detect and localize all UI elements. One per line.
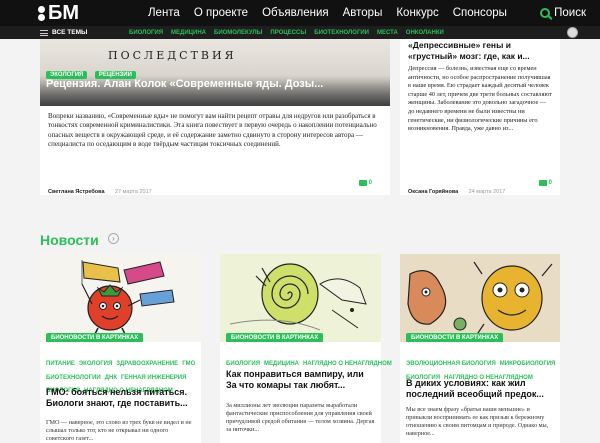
news-tag[interactable]: ГЕННАЯ ИНЖЕНЕРИЯ bbox=[121, 375, 186, 381]
nav-item-contest[interactable]: Конкурс bbox=[396, 7, 438, 19]
comment-icon bbox=[358, 180, 367, 186]
news-tags: БИОЛОГИЯ МЕДИЦИНА НАГЛЯДНО О НЕНАГЛЯДНОМ bbox=[226, 356, 392, 370]
news-tag[interactable]: МИКРОБИОЛОГИЯ bbox=[500, 361, 556, 367]
featured-article-card[interactable]: ПОСЛЕДСТВИЯ ЭКОЛОГИЯ РЕЦЕНЗИИ Рецензия. … bbox=[40, 39, 390, 195]
news-tag[interactable]: ГМО bbox=[182, 361, 195, 367]
news-tag[interactable]: ПИТАНИЕ bbox=[46, 361, 75, 367]
theme-biotech[interactable]: БИОТЕХНОЛОГИИ bbox=[314, 30, 369, 36]
theme-places[interactable]: МЕСТА bbox=[377, 30, 398, 36]
news-category-pill[interactable]: БИОНОВОСТИ В КАРТИНКАХ bbox=[46, 333, 144, 342]
nav-item-announcements[interactable]: Объявления bbox=[262, 7, 329, 19]
news-category-pill[interactable]: БИОНОВОСТИ В КАРТИНКАХ bbox=[226, 333, 324, 342]
chevron-right-icon[interactable]: › bbox=[108, 233, 119, 244]
featured-title[interactable]: Рецензия. Алан Колок «Современные яды. Д… bbox=[46, 78, 323, 90]
theme-biology[interactable]: БИОЛОГИЯ bbox=[129, 30, 163, 36]
comments-count[interactable]: 0 bbox=[358, 180, 372, 186]
comments-number: 0 bbox=[368, 180, 372, 186]
logo-dots-icon bbox=[38, 6, 46, 21]
search-button[interactable]: Поиск bbox=[540, 0, 586, 26]
news-title[interactable]: В диких условиях: как жил последний всео… bbox=[406, 378, 556, 400]
news-excerpt: Мы все знаем фразу «братья наши меньшие»… bbox=[406, 406, 549, 437]
news-card[interactable]: БИОНОВОСТИ В КАРТИНКАХ БИОЛОГИЯ МЕДИЦИНА Н… bbox=[220, 254, 392, 443]
top-navbar: БМ Лента О проекте Объявления Авторы Кон… bbox=[0, 0, 600, 26]
side-article-card[interactable]: «Депрессивные» гены и «грустный» мозг: г… bbox=[400, 39, 560, 195]
theme-oncolanki[interactable]: ОНКОЛАНКИ bbox=[406, 30, 444, 36]
nav-item-feed[interactable]: Лента bbox=[148, 7, 180, 19]
news-category-pill[interactable]: БИОНОВОСТИ В КАРТИНКАХ bbox=[406, 333, 504, 342]
themes-bar: ВСЕ ТЕМЫ БИОЛОГИЯ МЕДИЦИНА БИОМОЛЕКУЛЫ П… bbox=[0, 26, 600, 39]
author-name[interactable]: Светлана Ястребова bbox=[48, 189, 105, 195]
news-title[interactable]: Как понравиться вампиру, или За что кома… bbox=[226, 369, 376, 391]
nav-item-sponsors[interactable]: Спонсоры bbox=[453, 7, 507, 19]
featured-image-caption: ПОСЛЕДСТВИЯ bbox=[108, 49, 237, 62]
featured-meta: Светлана Ястребова 27 марта 2017 0 bbox=[48, 180, 382, 195]
news-illustration: БИОНОВОСТИ В КАРТИНКАХ bbox=[400, 254, 560, 342]
publish-date: 24 марта 2017 bbox=[468, 189, 506, 195]
news-tag[interactable]: ДНК bbox=[105, 375, 117, 381]
comment-icon bbox=[538, 180, 547, 186]
news-tag[interactable]: БИОТЕХНОЛОГИИ bbox=[46, 375, 101, 381]
news-tag[interactable]: ЗДРАВООХРАНЕНИЕ bbox=[116, 361, 178, 367]
news-tag[interactable]: МЕДИЦИНА bbox=[264, 361, 299, 367]
publish-date: 27 марта 2017 bbox=[114, 189, 152, 195]
logo-text: БМ bbox=[48, 1, 80, 24]
search-icon bbox=[540, 8, 551, 18]
news-card[interactable]: БИОНОВОСТИ В КАРТИНКАХ ПИТАНИЕ ЭКОЛОГИЯ ЗД… bbox=[40, 254, 201, 443]
theme-biomolecules[interactable]: БИОМОЛЕКУЛЫ bbox=[214, 30, 262, 36]
comments-count[interactable]: 0 bbox=[538, 180, 552, 186]
theme-medicine[interactable]: МЕДИЦИНА bbox=[171, 30, 206, 36]
news-card[interactable]: БИОНОВОСТИ В КАРТИНКАХ ЭВОЛЮЦИОННАЯ БИОЛ… bbox=[400, 254, 560, 443]
microbe-illustration bbox=[407, 261, 553, 337]
comments-number: 0 bbox=[548, 180, 552, 186]
side-article-title[interactable]: «Депрессивные» гены и «грустный» мозг: г… bbox=[408, 40, 554, 61]
news-tag[interactable]: ЭКОЛОГИЯ bbox=[79, 361, 112, 367]
news-tag[interactable]: БИОЛОГИЯ bbox=[226, 361, 260, 367]
theme-processes[interactable]: ПРОЦЕССЫ bbox=[270, 30, 306, 36]
snail-illustration bbox=[229, 263, 367, 331]
menu-icon[interactable] bbox=[40, 30, 48, 36]
news-excerpt: ГМО — наверное, это слово из трех букв н… bbox=[46, 419, 192, 442]
news-illustration: БИОНОВОСТИ В КАРТИНКАХ bbox=[220, 254, 381, 342]
side-article-excerpt: Депрессия — болезнь, известная еще со вр… bbox=[408, 65, 552, 133]
tomato-illustration bbox=[81, 260, 175, 341]
featured-excerpt: Вопреки названию, «Современные яды» не п… bbox=[48, 112, 377, 148]
site-logo[interactable]: БМ bbox=[38, 2, 79, 24]
user-avatar[interactable] bbox=[567, 27, 578, 38]
nav-item-about[interactable]: О проекте bbox=[194, 7, 248, 19]
author-name[interactable]: Оксана Горяйнова bbox=[408, 189, 458, 195]
news-illustration: БИОНОВОСТИ В КАРТИНКАХ bbox=[40, 254, 201, 342]
news-excerpt: За миллионы лет эволюции паразиты вырабо… bbox=[226, 402, 375, 433]
nav-item-authors[interactable]: Авторы bbox=[343, 7, 383, 19]
search-label: Поиск bbox=[554, 7, 586, 19]
all-themes-link[interactable]: ВСЕ ТЕМЫ bbox=[52, 27, 87, 38]
news-section-title[interactable]: Новости bbox=[40, 232, 99, 248]
news-tag[interactable]: ЭВОЛЮЦИОННАЯ БИОЛОГИЯ bbox=[406, 361, 496, 367]
side-article-meta: Оксана Горяйнова 24 марта 2017 0 bbox=[408, 180, 554, 195]
news-title[interactable]: ГМО: бояться нельзя питаться. Биологи зн… bbox=[46, 387, 196, 409]
themes-nav: БИОЛОГИЯ МЕДИЦИНА БИОМОЛЕКУЛЫ ПРОЦЕССЫ Б… bbox=[129, 26, 452, 39]
main-nav: Лента О проекте Объявления Авторы Конкур… bbox=[148, 0, 521, 26]
news-tag[interactable]: НАГЛЯДНО О НЕНАГЛЯДНОМ bbox=[303, 361, 392, 367]
